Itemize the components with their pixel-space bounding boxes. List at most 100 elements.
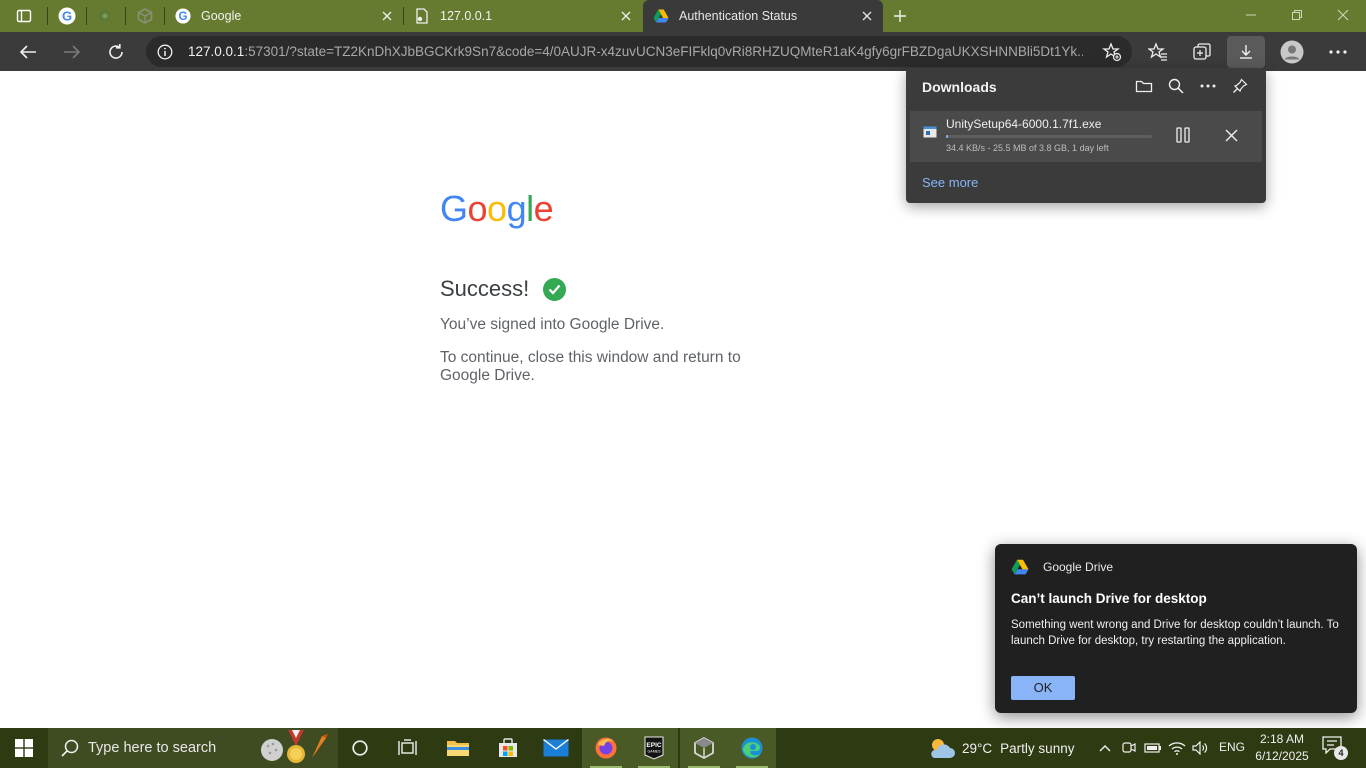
- close-tab-icon[interactable]: [859, 8, 875, 24]
- logo-letter: G: [440, 188, 468, 229]
- download-progress-fill: [946, 135, 949, 138]
- browser-toolbar: 127.0.0.1:57301/?state=TZ2KnDhXJbBGCKrk9…: [0, 32, 1366, 71]
- notification-app-name: Google Drive: [1043, 560, 1114, 574]
- start-button[interactable]: [0, 728, 48, 768]
- firefox-icon[interactable]: [582, 728, 630, 768]
- microsoft-store-icon[interactable]: [484, 728, 532, 768]
- google-favicon-icon: G: [175, 8, 191, 24]
- search-placeholder: Type here to search: [88, 740, 217, 756]
- tab-actions-icon[interactable]: [9, 4, 39, 28]
- pinned-tab-google-icon[interactable]: G: [52, 4, 82, 28]
- success-row: Success!: [440, 276, 800, 302]
- tab-authentication-status[interactable]: Authentication Status: [643, 0, 883, 32]
- refresh-button[interactable]: [100, 36, 132, 68]
- partly-sunny-icon: [931, 739, 955, 758]
- download-file-name: UnitySetup64-6000.1.7f1.exe: [946, 117, 1102, 131]
- clock-time: 2:18 AM: [1259, 732, 1305, 746]
- close-window-button[interactable]: [1320, 0, 1366, 30]
- cancel-download-button[interactable]: [1216, 120, 1246, 150]
- file-explorer-icon[interactable]: [434, 728, 482, 768]
- url-path: :57301/?state=TZ2KnDhXJbBGCKrk9Sn7&code=…: [244, 44, 1083, 59]
- logo-letter: o: [467, 188, 488, 229]
- weather-widget[interactable]: 29°C Partly sunny: [928, 728, 1074, 768]
- wifi-icon[interactable]: [1167, 738, 1187, 758]
- download-progress-bar: [946, 135, 1152, 138]
- collections-button[interactable]: [1186, 36, 1218, 68]
- url-host: 127.0.0.1: [188, 44, 245, 59]
- add-favorite-icon[interactable]: [1102, 42, 1122, 62]
- clock[interactable]: 2:18 AM 6/12/2025: [1250, 731, 1314, 765]
- notification-body: Something went wrong and Drive for deskt…: [1011, 619, 1339, 647]
- input-language[interactable]: ENG: [1219, 740, 1245, 754]
- drive-error-notification: Google Drive Can’t launch Drive for desk…: [995, 544, 1357, 713]
- svg-text:G: G: [179, 11, 188, 23]
- settings-and-more-button[interactable]: [1322, 36, 1354, 68]
- notification-count-badge: 4: [1334, 746, 1348, 760]
- url-text[interactable]: 127.0.0.1:57301/?state=TZ2KnDhXJbBGCKrk9…: [188, 44, 1083, 59]
- tab-separator: [125, 7, 126, 25]
- task-view-button[interactable]: [384, 728, 432, 768]
- downloads-panel: Downloads UnitySetup64-6000.1.7f1.exe 34…: [906, 68, 1266, 203]
- mail-icon[interactable]: [532, 728, 580, 768]
- tab-separator: [86, 7, 87, 25]
- taskbar-search[interactable]: Type here to search: [48, 728, 338, 768]
- meet-now-icon[interactable]: [1119, 738, 1139, 758]
- tab-strip: G G Google 127.0.0.1 Authentication Stat…: [0, 0, 1366, 32]
- restore-button[interactable]: [1274, 0, 1320, 30]
- address-bar[interactable]: 127.0.0.1:57301/?state=TZ2KnDhXJbBGCKrk9…: [146, 36, 1132, 67]
- unity-hub-icon[interactable]: [680, 728, 728, 768]
- logo-letter: o: [487, 188, 507, 229]
- tab-title: Google: [201, 9, 242, 23]
- installer-file-icon: [923, 126, 937, 138]
- site-info-icon[interactable]: [156, 43, 174, 61]
- search-downloads-icon[interactable]: [1163, 75, 1189, 97]
- cortana-button[interactable]: [336, 728, 384, 768]
- epic-games-icon[interactable]: EPIC GAMES: [630, 728, 678, 768]
- signed-in-message: You’ve signed into Google Drive.: [440, 316, 665, 333]
- tab-title: 127.0.0.1: [440, 9, 493, 23]
- back-button[interactable]: [12, 36, 44, 68]
- downloads-title: Downloads: [922, 79, 997, 95]
- logo-letter: e: [533, 188, 554, 229]
- logo-letter: g: [506, 188, 527, 229]
- google-drive-favicon-icon: [653, 8, 669, 24]
- success-title: Success!: [440, 276, 530, 301]
- pin-icon[interactable]: [1227, 75, 1253, 97]
- pinned-tab-app-icon[interactable]: [90, 4, 120, 28]
- pause-download-button[interactable]: [1168, 120, 1198, 150]
- download-item[interactable]: UnitySetup64-6000.1.7f1.exe 34.4 KB/s - …: [910, 111, 1262, 162]
- google-drive-icon: [1011, 559, 1029, 575]
- close-tab-icon[interactable]: [379, 8, 395, 24]
- search-icon: [61, 739, 79, 757]
- battery-icon[interactable]: [1143, 738, 1163, 758]
- tab-separator: [47, 7, 48, 25]
- svg-text:EPIC: EPIC: [646, 742, 661, 749]
- pinned-tab-unity-icon[interactable]: [130, 4, 160, 28]
- minimize-button[interactable]: [1228, 0, 1274, 30]
- volume-icon[interactable]: [1190, 738, 1210, 758]
- search-highlight-icon: [261, 730, 328, 763]
- ok-button[interactable]: OK: [1011, 676, 1075, 700]
- show-hidden-icons-chevron-icon[interactable]: [1095, 738, 1115, 758]
- continue-message: To continue, close this window and retur…: [440, 349, 741, 384]
- downloads-button[interactable]: [1227, 36, 1265, 68]
- see-more-link[interactable]: See more: [922, 175, 978, 190]
- page-favicon-icon: [414, 8, 430, 24]
- checkmark-icon: [543, 277, 567, 301]
- edge-icon[interactable]: [728, 728, 776, 768]
- download-status: 34.4 KB/s - 25.5 MB of 3.8 GB, 1 day lef…: [946, 143, 1109, 153]
- tab-google[interactable]: G Google: [165, 0, 403, 32]
- forward-button[interactable]: [56, 36, 88, 68]
- action-center-button[interactable]: 4: [1322, 736, 1348, 760]
- open-folder-icon[interactable]: [1131, 75, 1157, 97]
- svg-text:G: G: [62, 9, 72, 24]
- new-tab-button[interactable]: [888, 4, 912, 28]
- tab-localhost[interactable]: 127.0.0.1: [404, 0, 642, 32]
- clock-date: 6/12/2025: [1255, 749, 1309, 763]
- favorites-button[interactable]: [1142, 36, 1174, 68]
- close-tab-icon[interactable]: [618, 8, 634, 24]
- more-options-icon[interactable]: [1195, 75, 1221, 97]
- windows-icon: [15, 739, 33, 757]
- tab-title: Authentication Status: [679, 9, 798, 23]
- profile-avatar[interactable]: [1276, 36, 1308, 68]
